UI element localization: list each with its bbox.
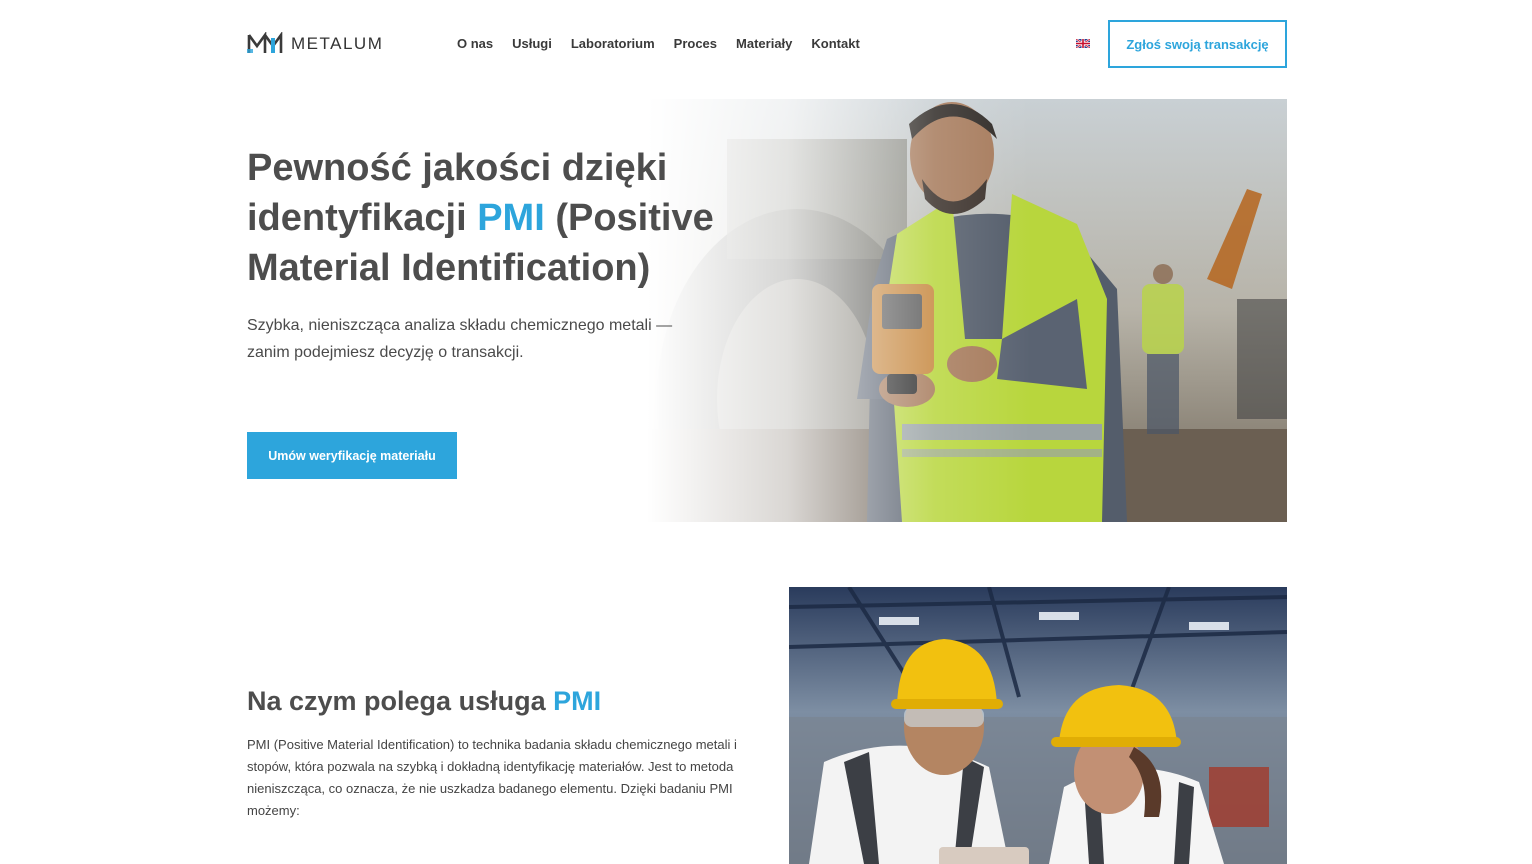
- schedule-verification-button[interactable]: Umów weryfikację materiału: [247, 432, 457, 479]
- uk-flag-icon[interactable]: [1076, 39, 1090, 48]
- service-image: [789, 587, 1287, 864]
- main-nav: O nas Usługi Laboratorium Proces Materia…: [457, 36, 860, 51]
- nav-item-laboratorium[interactable]: Laboratorium: [571, 36, 655, 51]
- nav-item-kontakt[interactable]: Kontakt: [811, 36, 859, 51]
- site-header: METALUM O nas Usługi Laboratorium Proces…: [0, 0, 1532, 88]
- hero-title-accent: PMI: [477, 197, 545, 239]
- nav-item-materialy[interactable]: Materiały: [736, 36, 792, 51]
- section-body: PMI (Positive Material Identification) t…: [247, 737, 737, 818]
- nav-item-o-nas[interactable]: O nas: [457, 36, 493, 51]
- nav-item-uslugi[interactable]: Usługi: [512, 36, 552, 51]
- brand-logo[interactable]: METALUM: [247, 32, 383, 56]
- nav-item-proces[interactable]: Proces: [674, 36, 717, 51]
- report-transaction-button[interactable]: Zgłoś swoją transakcję: [1108, 20, 1287, 68]
- brand-name: METALUM: [291, 34, 384, 53]
- section-title-accent: PMI: [553, 686, 602, 716]
- metalum-logo-icon: [247, 32, 283, 53]
- section-title-text: Na czym polega usługa: [247, 686, 554, 716]
- section-title: Na czym polega usługa PMI: [247, 686, 601, 717]
- workers-in-hard-hats-photo: [789, 587, 1287, 864]
- hero-title: Pewność jakości dzięki identyfikacji PMI…: [247, 143, 767, 293]
- hero-subtitle: Szybka, nieniszcząca analiza składu chem…: [247, 317, 673, 361]
